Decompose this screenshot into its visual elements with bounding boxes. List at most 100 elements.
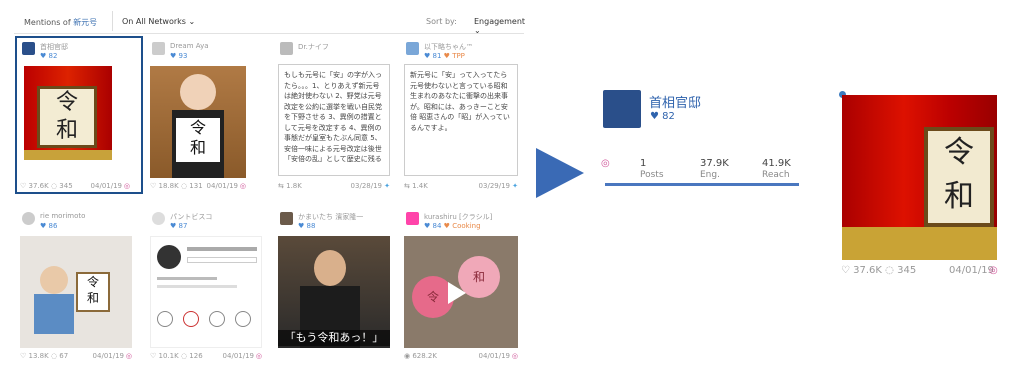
instagram-icon: ◎ <box>125 352 132 360</box>
table-cloth <box>842 227 997 260</box>
post-date: 04/01/19 <box>92 352 124 360</box>
post-date: 03/29/19 <box>478 182 510 190</box>
eye-icon: ◉ <box>404 352 411 360</box>
heart-icon: ♡ <box>841 265 850 276</box>
caption-text: 「もう令和あっ！」 <box>278 330 390 346</box>
detail-footer: ♡ 37.6K ◌ 345 04/01/19 ◎ <box>841 265 1001 276</box>
stat-reach: 41.9K Reach <box>762 158 791 180</box>
post-date: 04/01/19 <box>222 352 254 360</box>
like-count: 18.8K <box>158 182 179 190</box>
retweet-count: 1.8K <box>286 182 302 190</box>
post-card[interactable]: 以下略ちゃん™ ♥ 81 ♥ TPP 新元号に「安」って入ってたら元号使わないと… <box>404 40 522 190</box>
post-footer: ◉ 628.2K 04/01/19 ◎ <box>404 352 518 362</box>
profile-screenshot-stats <box>187 247 257 251</box>
detail-reach-score: ♥ 82 <box>650 111 675 122</box>
like-count: 37.6K <box>853 265 882 276</box>
reach-score: ♥ 88 <box>298 222 316 230</box>
author-name: かまいたち 濱家隆一 <box>298 213 364 221</box>
profile-screenshot-highlight <box>235 311 251 327</box>
post-date: 04/01/19 <box>949 265 994 276</box>
avatar <box>280 42 293 55</box>
reach-score: ♥ 81 ♥ TPP <box>424 52 465 60</box>
avatar <box>280 212 293 225</box>
comment-icon: ◌ <box>180 352 188 360</box>
post-image[interactable] <box>150 236 262 348</box>
reach-score: ♥ 86 <box>40 222 58 230</box>
detail-author-name: 首相官邸 <box>649 96 702 111</box>
comment-icon: ◌ <box>50 352 58 360</box>
profile-screenshot-highlight <box>183 311 199 327</box>
calligraphy-paper: 令和 <box>176 118 220 162</box>
child-face <box>40 266 68 294</box>
stat-posts: 1 Posts <box>640 158 664 180</box>
sort-dropdown[interactable]: Engagement ⌄ <box>474 17 525 35</box>
post-card[interactable]: パントビスコ ♥ 87 ♡ 10.1K ◌ 126 04/01/19 ◎ <box>150 210 268 360</box>
chevron-down-icon: ⌄ <box>474 26 481 35</box>
heart-icon: ♡ <box>20 352 27 360</box>
topic-tag[interactable]: ♥ TPP <box>444 52 465 60</box>
post-card[interactable]: kurashiru [クラシル] ♥ 84 ♥ Cooking 令 和 ◉ 62… <box>404 210 522 360</box>
like-count: 10.1K <box>158 352 179 360</box>
topic-tag[interactable]: ♥ Cooking <box>444 222 481 230</box>
profile-screenshot-highlight <box>209 311 225 327</box>
mentions-term[interactable]: 新元号 <box>73 18 97 27</box>
post-footer: ♡ 10.1K ◌ 126 04/01/19 ◎ <box>150 352 262 362</box>
post-date: 04/01/19 <box>478 352 510 360</box>
comment-count: 126 <box>189 352 203 360</box>
mentions-label: Mentions of 新元号 <box>24 18 98 27</box>
person-face <box>314 250 346 286</box>
comment-count: 67 <box>59 352 69 360</box>
post-card[interactable]: rie morimoto ♥ 86 令和 ♡ 13.8K ◌ 67 04/01/… <box>20 210 138 360</box>
detail-image[interactable]: 令和 <box>842 95 997 260</box>
heart-icon: ♡ <box>150 352 157 360</box>
instagram-icon: ◎ <box>239 182 246 190</box>
detail-avatar <box>603 90 641 128</box>
author-name: Dr.ナイフ <box>298 43 329 51</box>
like-count: 13.8K <box>28 352 49 360</box>
selected-card-outline <box>15 36 143 194</box>
post-footer: ♡ 13.8K ◌ 67 04/01/19 ◎ <box>20 352 132 362</box>
retweet-icon: ⇆ <box>404 182 410 190</box>
reach-icon: ♥ <box>170 222 177 230</box>
profile-screenshot-bio <box>157 285 237 288</box>
twitter-icon: ✦ <box>384 182 390 190</box>
author-name: kurashiru [クラシル] <box>424 213 493 221</box>
comment-icon: ◌ <box>885 265 894 276</box>
reach-icon: ♥ <box>650 111 659 122</box>
avatar <box>406 212 419 225</box>
retweet-count: 1.4K <box>412 182 428 190</box>
post-card[interactable]: Dream Aya ♥ 93 令和 ♡ 18.8K ◌ 131 04/01/19… <box>150 40 268 190</box>
post-image[interactable]: 令和 <box>20 236 132 348</box>
network-dropdown[interactable]: On All Networks ⌄ <box>122 17 195 26</box>
author-name: パントビスコ <box>170 213 213 221</box>
reach-score: ♥ 93 <box>170 52 188 60</box>
profile-screenshot-button <box>187 257 257 263</box>
comment-count: 131 <box>189 182 203 190</box>
avatar <box>152 42 165 55</box>
post-footer: ⇆ 1.4K 03/29/19 ✦ <box>404 182 518 192</box>
post-card[interactable]: かまいたち 濱家隆一 ♥ 88 「もう令和あっ！」 <box>278 210 396 348</box>
heart-icon: ♡ <box>150 182 157 190</box>
comment-icon: ◌ <box>180 182 188 190</box>
post-card[interactable]: Dr.ナイフ もしも元号に「安」の字が入ったら。。。1、とりあえず新元号は絶対使… <box>278 40 396 190</box>
play-icon[interactable] <box>448 282 466 304</box>
twitter-icon: ✦ <box>512 182 518 190</box>
post-image[interactable]: 令和 <box>150 66 246 178</box>
tweet-text: 新元号に「安」って入ってたら元号使わないと言っている昭和生まれのあなたに衝撃の出… <box>404 64 518 176</box>
author-name: 以下略ちゃん™ <box>424 43 473 51</box>
view-count: 628.2K <box>412 352 437 360</box>
instagram-icon: ◎ <box>989 265 998 276</box>
retweet-icon: ⇆ <box>278 182 284 190</box>
post-image[interactable]: 「もう令和あっ！」 <box>278 236 390 348</box>
reach-score: ♥ 87 <box>170 222 188 230</box>
avatar <box>406 42 419 55</box>
sort-label: Sort by: <box>426 17 457 26</box>
tweet-text: もしも元号に「安」の字が入ったら。。。1、とりあえず新元号は絶対使わない 2、野… <box>278 64 390 176</box>
instagram-icon: ◎ <box>255 352 262 360</box>
post-footer: ♡ 18.8K ◌ 131 04/01/19 ◎ <box>150 182 246 192</box>
post-date: 03/28/19 <box>350 182 382 190</box>
profile-screenshot-highlight <box>157 311 173 327</box>
post-footer: ⇆ 1.8K 03/28/19 ✦ <box>278 182 390 192</box>
post-video[interactable]: 令 和 <box>404 236 518 348</box>
mentions-toolbar: Mentions of 新元号 On All Networks ⌄ Sort b… <box>14 8 525 35</box>
